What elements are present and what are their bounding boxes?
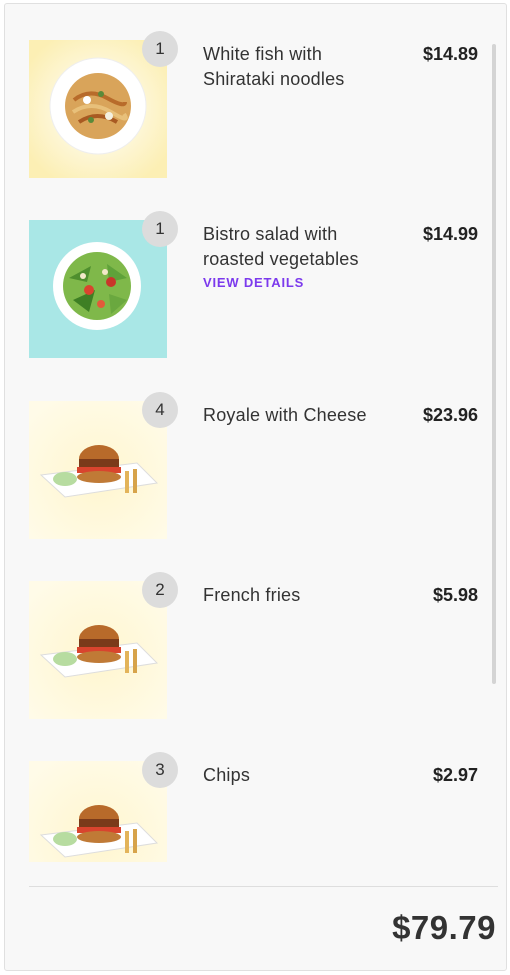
view-details-link[interactable]: VIEW DETAILS (203, 275, 304, 290)
quantity-badge: 1 (142, 31, 178, 67)
item-price: $23.96 (422, 405, 478, 425)
cart-item[interactable]: 1 White fish with Shirataki noodles $14.… (5, 4, 506, 178)
cart-item[interactable]: 2 French fries $5.98 (5, 545, 506, 719)
cart-item[interactable]: 4 Royale with Cheese $23.96 (5, 365, 506, 539)
item-name: Chips (203, 765, 251, 785)
quantity-badge: 2 (142, 572, 178, 608)
item-name: Bistro salad with roasted vegetables (203, 224, 359, 269)
quantity-badge: 4 (142, 392, 178, 428)
item-price: $2.97 (432, 765, 478, 785)
quantity-badge: 3 (142, 752, 178, 788)
cart-item-list[interactable]: 1 White fish with Shirataki noodles $14.… (5, 4, 506, 862)
scrollbar[interactable] (492, 44, 496, 684)
item-price: $14.89 (422, 44, 478, 64)
item-price: $14.99 (422, 224, 478, 244)
item-name: White fish with Shirataki noodles (203, 44, 345, 89)
item-price: $5.98 (432, 585, 478, 605)
divider (29, 886, 498, 887)
cart-item[interactable]: 3 Chips $2.97 (5, 725, 506, 862)
item-name: Royale with Cheese (203, 405, 367, 425)
cart-item[interactable]: 1 Bistro salad with roasted vegetables $… (5, 184, 506, 358)
quantity-badge: 1 (142, 211, 178, 247)
cart-card: 1 White fish with Shirataki noodles $14.… (4, 3, 507, 971)
item-name: French fries (203, 585, 301, 605)
cart-total: $79.79 (392, 909, 496, 946)
